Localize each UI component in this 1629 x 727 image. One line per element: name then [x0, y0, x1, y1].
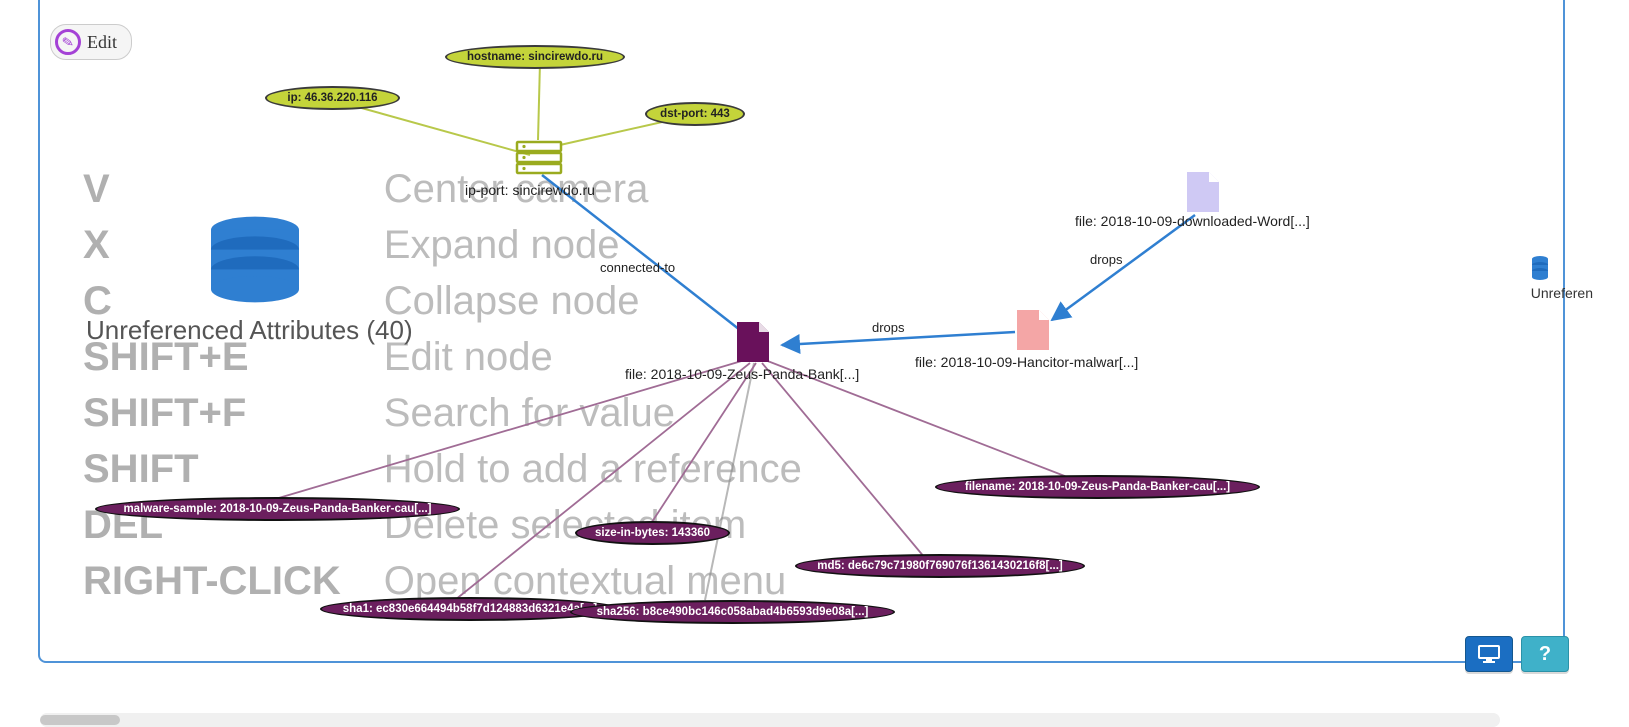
attr-sha256[interactable]: sha256: b8ce490bc146c058abad4b6593d9e08a…	[570, 600, 895, 624]
edge-label-connected-to: connected-to	[600, 260, 675, 275]
attr-dst-port[interactable]: dst-port: 443	[645, 102, 745, 126]
unreferenced-side-panel[interactable]: Unreferen	[1531, 255, 1593, 301]
ip-port-node[interactable]	[515, 140, 563, 181]
horizontal-scrollbar[interactable]	[40, 713, 1500, 727]
display-button[interactable]	[1465, 636, 1513, 672]
attr-size[interactable]: size-in-bytes: 143360	[575, 521, 730, 545]
zeus-file-node[interactable]	[735, 320, 771, 369]
scrollbar-thumb[interactable]	[40, 715, 120, 725]
monitor-icon	[1478, 645, 1500, 663]
unreferenced-side-label: Unreferen	[1531, 285, 1593, 301]
hancitor-file-node[interactable]	[1015, 308, 1051, 357]
attr-hostname[interactable]: hostname: sincirewdo.ru	[445, 45, 625, 69]
attr-filename[interactable]: filename: 2018-10-09-Zeus-Panda-Banker-c…	[935, 475, 1260, 499]
hancitor-file-label: file: 2018-10-09-Hancitor-malwar[...]	[915, 354, 1138, 370]
attr-ip[interactable]: ip: 46.36.220.116	[265, 86, 400, 110]
edge-label-drops: drops	[872, 320, 905, 335]
attr-md5[interactable]: md5: de6c79c71980f769076f1361430216f8[..…	[795, 554, 1085, 578]
word-file-label: file: 2018-10-09-downloaded-Word[...]	[1075, 213, 1310, 229]
zeus-file-label: file: 2018-10-09-Zeus-Panda-Bank[...]	[625, 366, 859, 382]
database-icon	[1531, 255, 1549, 281]
help-button[interactable]: ?	[1521, 636, 1569, 672]
graph-panel: ✎ Edit Unreferenced Attributes (40) VCen…	[38, 0, 1565, 663]
edge-label-drops: drops	[1090, 252, 1123, 267]
word-file-node[interactable]	[1185, 170, 1221, 219]
ip-port-label: ip-port: sincirewdo.ru	[465, 182, 595, 198]
help-icon: ?	[1539, 643, 1551, 666]
attr-malware-sample[interactable]: malware-sample: 2018-10-09-Zeus-Panda-Ba…	[95, 497, 460, 521]
